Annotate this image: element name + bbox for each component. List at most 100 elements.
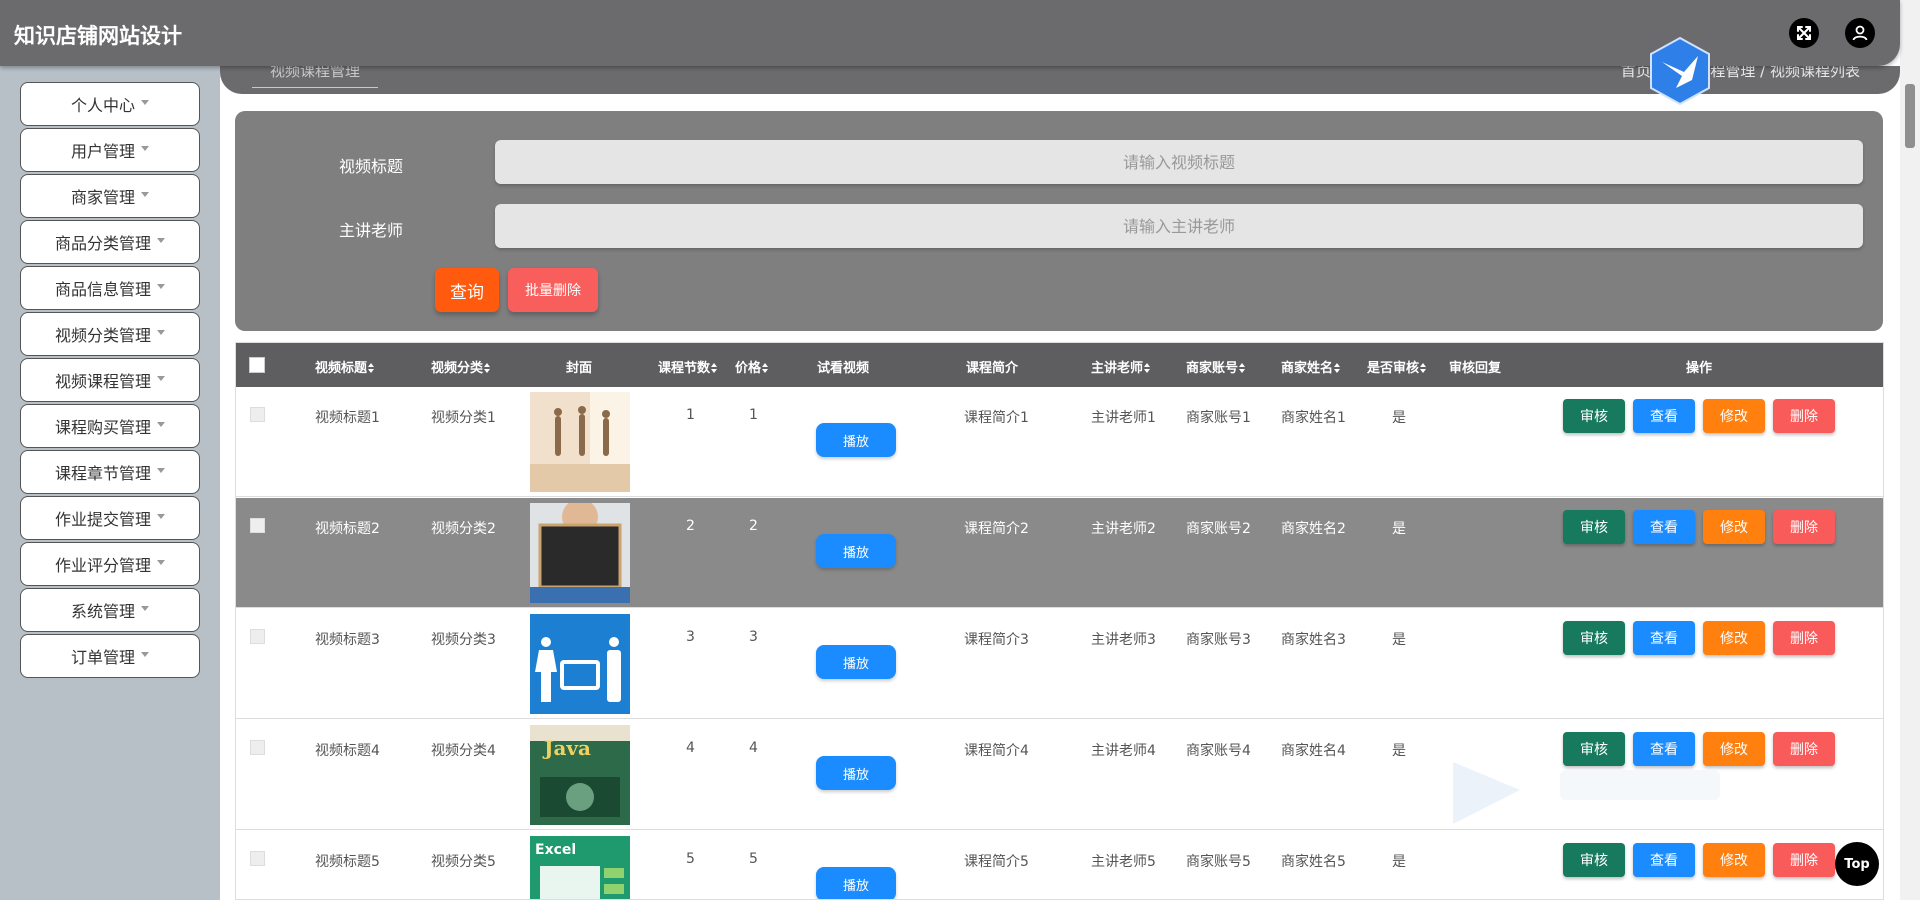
back-to-top-button[interactable]: Top [1835,842,1879,886]
caret-down-icon [157,375,165,381]
audit-button[interactable]: 审核 [1563,621,1625,655]
col-category[interactable]: 视频分类 [431,357,491,376]
play-button[interactable]: 播放 [816,423,896,457]
user-icon [1852,25,1868,41]
col-name[interactable]: 商家姓名 [1281,357,1341,376]
svg-text:Excel: Excel [535,842,576,858]
audit-button[interactable]: 审核 [1563,399,1625,433]
sidebar-item[interactable]: 视频分类管理 [20,312,200,356]
caret-down-icon [157,559,165,565]
caret-down-icon [141,191,149,197]
col-title[interactable]: 视频标题 [315,357,375,376]
cell-intro: 课程简介4 [964,743,1029,759]
cell-name: 商家姓名4 [1281,743,1346,759]
cell-title: 视频标题5 [315,854,380,870]
app-title: 知识店铺网站设计 [14,24,182,48]
play-button[interactable]: 播放 [816,756,896,790]
delete-button[interactable]: 删除 [1773,399,1835,433]
edit-button[interactable]: 修改 [1703,843,1765,877]
teacher-label: 主讲老师 [339,221,404,240]
view-button[interactable]: 查看 [1633,399,1695,433]
edit-button[interactable]: 修改 [1703,621,1765,655]
sidebar-item[interactable]: 视频课程管理 [20,358,200,402]
sidebar-item-label: 用户管理 [70,142,135,161]
sidebar-item-label: 作业提交管理 [54,510,151,529]
sidebar-item-label: 系统管理 [70,602,135,621]
cell-teacher: 主讲老师4 [1091,743,1156,759]
edit-button[interactable]: 修改 [1703,510,1765,544]
user-button[interactable] [1845,18,1875,48]
bird-logo-icon [1648,36,1712,110]
search-panel: 视频标题 主讲老师 查询 批量删除 [235,111,1883,331]
row-checkbox[interactable] [250,629,265,644]
table-row: 视频标题5 视频分类5 5 5 课程简介5 主讲老师5 商家账号5 商家姓名5 是 Excel 播放… [236,831,1883,899]
cover-image [530,392,630,492]
sidebar-item[interactable]: 课程章节管理 [20,450,200,494]
delete-button[interactable]: 删除 [1773,843,1835,877]
view-button[interactable]: 查看 [1633,843,1695,877]
cell-audited: 是 [1392,743,1406,759]
audit-button[interactable]: 审核 [1563,843,1625,877]
cell-title: 视频标题4 [315,743,380,759]
col-price[interactable]: 价格 [735,357,769,376]
delete-button[interactable]: 删除 [1773,621,1835,655]
page-scrollbar[interactable] [1900,0,1920,900]
sidebar-item-label: 个人中心 [70,96,135,115]
cell-intro: 课程简介5 [964,854,1029,870]
play-button[interactable]: 播放 [816,645,896,679]
query-button[interactable]: 查询 [435,268,499,312]
title-search-input[interactable] [495,140,1863,184]
cell-price: 2 [749,518,758,534]
cell-teacher: 主讲老师2 [1091,521,1156,537]
row-checkbox[interactable] [250,740,265,755]
play-button[interactable]: 播放 [816,867,896,899]
sidebar-item[interactable]: 作业提交管理 [20,496,200,540]
play-button[interactable]: 播放 [816,534,896,568]
sidebar-item[interactable]: 订单管理 [20,634,200,678]
audit-button[interactable]: 审核 [1563,510,1625,544]
sidebar-item-label: 商品分类管理 [54,234,151,253]
watermark-logo-icon [1450,748,1730,832]
sidebar-item[interactable]: 商家管理 [20,174,200,218]
cell-lessons: 3 [686,629,695,645]
delete-button[interactable]: 删除 [1773,732,1835,766]
sort-icon [368,363,375,373]
batch-delete-button[interactable]: 批量删除 [508,268,598,312]
breadcrumb-current-tab[interactable]: 视频课程管理 [252,66,379,88]
teacher-search-input[interactable] [495,204,1863,248]
sidebar-item[interactable]: 作业评分管理 [20,542,200,586]
view-button[interactable]: 查看 [1633,510,1695,544]
scrollbar-thumb[interactable] [1905,84,1915,148]
row-checkbox[interactable] [250,851,265,866]
cell-title: 视频标题2 [315,521,380,537]
caret-down-icon [141,99,149,105]
cell-category: 视频分类2 [431,521,496,537]
view-button[interactable]: 查看 [1633,621,1695,655]
col-account[interactable]: 商家账号 [1186,357,1246,376]
col-teacher[interactable]: 主讲老师 [1091,357,1151,376]
fullscreen-button[interactable] [1789,18,1819,48]
sidebar-item-label: 商品信息管理 [54,280,151,299]
cell-audited: 是 [1392,632,1406,648]
row-checkbox[interactable] [250,518,265,533]
sidebar-item[interactable]: 商品信息管理 [20,266,200,310]
col-audited[interactable]: 是否审核 [1367,357,1427,376]
row-checkbox[interactable] [250,407,265,422]
cell-intro: 课程简介3 [964,632,1029,648]
cover-image [530,503,630,603]
sort-icon [484,363,491,373]
caret-down-icon [157,237,165,243]
delete-button[interactable]: 删除 [1773,510,1835,544]
sidebar-item[interactable]: 商品分类管理 [20,220,200,264]
caret-down-icon [141,651,149,657]
sidebar-item[interactable]: 个人中心 [20,82,200,126]
cell-category: 视频分类1 [431,410,496,426]
select-all-checkbox[interactable] [249,357,265,373]
sidebar-item[interactable]: 用户管理 [20,128,200,172]
cell-title: 视频标题3 [315,632,380,648]
edit-button[interactable]: 修改 [1703,399,1765,433]
sidebar-item[interactable]: 课程购买管理 [20,404,200,448]
col-lessons[interactable]: 课程节数 [658,357,718,376]
sidebar-item[interactable]: 系统管理 [20,588,200,632]
sidebar-item-label: 视频分类管理 [54,326,151,345]
